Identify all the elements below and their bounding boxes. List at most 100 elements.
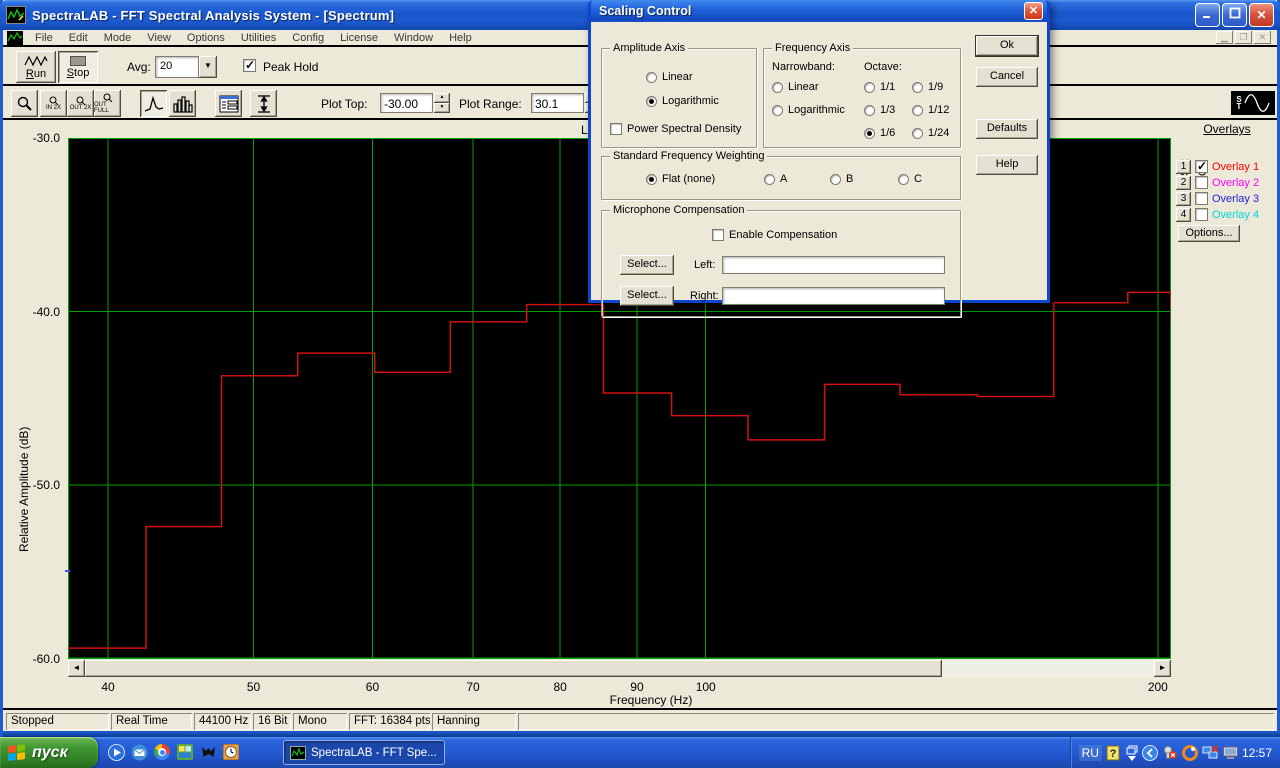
x-tick-label: 60 — [357, 680, 387, 694]
menu-options[interactable]: Options — [179, 32, 233, 44]
zoom-out-2x-button[interactable]: OUT 2X — [67, 90, 94, 117]
mdi-restore-button[interactable]: ❐ — [1235, 31, 1252, 44]
scrollbar-thumb[interactable] — [85, 660, 942, 677]
chrome-icon[interactable] — [154, 744, 171, 761]
overlay-3-checkbox[interactable] — [1195, 192, 1208, 205]
zoom-out-full-button[interactable]: OUT FULL — [94, 90, 121, 117]
language-indicator[interactable]: RU — [1079, 745, 1102, 761]
overlay-1-checkbox[interactable] — [1195, 160, 1208, 173]
radio-weighting-c[interactable]: C — [898, 173, 922, 185]
help-button[interactable]: Help — [976, 155, 1038, 175]
stop-button[interactable]: Stop — [58, 51, 98, 83]
mic-compensation-group: Microphone Compensation Enable Compensat… — [601, 210, 961, 317]
radio-amplitude-linear[interactable]: Linear — [646, 71, 693, 83]
psd-checkbox[interactable] — [610, 123, 622, 135]
status-mode: Real Time — [111, 713, 192, 730]
close-button[interactable]: ✕ — [1249, 3, 1274, 27]
psd-checkbox-row[interactable]: Power Spectral Density — [610, 123, 741, 135]
orange-app-tray-icon[interactable] — [1182, 745, 1198, 761]
minimize-button[interactable] — [1195, 3, 1220, 27]
radio-amplitude-logarithmic[interactable]: Logarithmic — [646, 95, 719, 107]
menu-license[interactable]: License — [332, 32, 386, 44]
display-tray-icon[interactable] — [1222, 745, 1238, 761]
radio-label: Linear — [662, 71, 693, 83]
radio-octave-1-12[interactable]: 1/12 — [912, 104, 949, 116]
enable-compensation-row[interactable]: Enable Compensation — [712, 229, 837, 241]
window-tray-icon[interactable] — [1126, 745, 1138, 755]
overlay-4-checkbox[interactable] — [1195, 208, 1208, 221]
radio-narrowband-logarithmic[interactable]: Logarithmic — [772, 104, 845, 116]
spectrum-view-button[interactable] — [140, 90, 167, 117]
volume-muted-icon[interactable] — [1162, 745, 1178, 761]
overlays-options-button[interactable]: Options... — [1178, 225, 1240, 242]
menu-view[interactable]: View — [139, 32, 179, 44]
taskbar-task-spectralab[interactable]: SpectraLAB - FFT Spe... — [283, 740, 445, 765]
taskbar-clock[interactable]: 12:57 — [1242, 746, 1272, 760]
mdi-minimize-button[interactable]: ▁ — [1216, 31, 1233, 44]
maximize-button[interactable] — [1222, 3, 1247, 27]
radio-octave-1-24[interactable]: 1/24 — [912, 127, 949, 139]
media-player-icon[interactable] — [108, 744, 125, 761]
tray-dropdown-arrow-icon[interactable] — [1128, 756, 1136, 761]
menu-mode[interactable]: Mode — [96, 32, 140, 44]
signal-generator-icon[interactable]: ST — [1231, 91, 1275, 115]
peak-hold-checkbox[interactable] — [243, 59, 256, 72]
left-compensation-input[interactable] — [722, 256, 945, 274]
overlay-1-set-button[interactable]: 1 — [1176, 160, 1191, 174]
menu-config[interactable]: Config — [284, 32, 332, 44]
menu-utilities[interactable]: Utilities — [233, 32, 284, 44]
radio-octave-1-9[interactable]: 1/9 — [912, 81, 943, 93]
plot-range-input[interactable]: 30.1 — [531, 93, 584, 113]
select-right-button[interactable]: Select... — [620, 286, 674, 306]
mail-icon[interactable] — [131, 744, 148, 761]
right-compensation-input[interactable] — [722, 287, 945, 305]
vertical-scale-button[interactable] — [250, 90, 277, 117]
radio-dot — [864, 105, 875, 116]
clock-launch-icon[interactable] — [223, 744, 240, 761]
tiles-icon[interactable] — [177, 744, 194, 761]
bat-icon[interactable] — [200, 744, 217, 761]
run-button[interactable]: Run — [16, 51, 56, 83]
ok-button[interactable]: Ok — [976, 36, 1038, 56]
dialog-close-button[interactable]: ✕ — [1024, 2, 1043, 20]
zoom-button[interactable] — [11, 90, 38, 117]
zoom-in-2x-button[interactable]: IN 2X — [40, 90, 67, 117]
radio-label: Flat (none) — [662, 173, 715, 185]
collapse-chevron-icon[interactable] — [1142, 745, 1158, 761]
overlay-3-set-button[interactable]: 3 — [1176, 192, 1191, 206]
radio-dot — [864, 128, 875, 139]
menu-help[interactable]: Help — [441, 32, 480, 44]
avg-combobox[interactable]: 20 ▼ — [155, 56, 217, 78]
menu-file[interactable]: File — [27, 32, 61, 44]
radio-narrowband-linear[interactable]: Linear — [772, 81, 819, 93]
radio-octave-1-3[interactable]: 1/3 — [864, 104, 895, 116]
start-button[interactable]: пуск — [0, 737, 98, 768]
scroll-left-arrow-icon[interactable]: ◄ — [68, 660, 85, 677]
overlay-2-set-button[interactable]: 2 — [1176, 176, 1191, 190]
avg-dropdown-arrow-icon[interactable]: ▼ — [199, 56, 217, 78]
select-left-button[interactable]: Select... — [620, 255, 674, 275]
mdi-child-icon[interactable] — [7, 31, 23, 45]
radio-weighting-b[interactable]: B — [830, 173, 853, 185]
bar-view-button[interactable] — [169, 90, 196, 117]
help-tray-icon[interactable]: ? — [1106, 745, 1122, 761]
plot-top-input[interactable]: -30.00 — [380, 93, 433, 113]
menu-window[interactable]: Window — [386, 32, 441, 44]
enable-compensation-checkbox[interactable] — [712, 229, 724, 241]
cancel-button[interactable]: Cancel — [976, 67, 1038, 87]
radio-octave-1-6[interactable]: 1/6 — [864, 127, 895, 139]
mdi-close-button[interactable]: ✕ — [1254, 31, 1271, 44]
radio-weighting-flat[interactable]: Flat (none) — [646, 173, 715, 185]
scroll-right-arrow-icon[interactable]: ► — [1154, 660, 1171, 677]
plot-horizontal-scrollbar[interactable]: ◄ ► — [68, 660, 1171, 677]
radio-weighting-a[interactable]: A — [764, 173, 787, 185]
avg-value[interactable]: 20 — [155, 56, 199, 78]
plot-top-spinner[interactable]: ▲ ▼ — [434, 93, 450, 113]
overlay-4-set-button[interactable]: 4 — [1176, 208, 1191, 222]
network-disconnected-icon[interactable] — [1202, 745, 1218, 761]
menu-edit[interactable]: Edit — [61, 32, 96, 44]
display-settings-button[interactable] — [215, 90, 242, 117]
defaults-button[interactable]: Defaults — [976, 119, 1038, 139]
overlay-2-checkbox[interactable] — [1195, 176, 1208, 189]
radio-octave-1-1[interactable]: 1/1 — [864, 81, 895, 93]
